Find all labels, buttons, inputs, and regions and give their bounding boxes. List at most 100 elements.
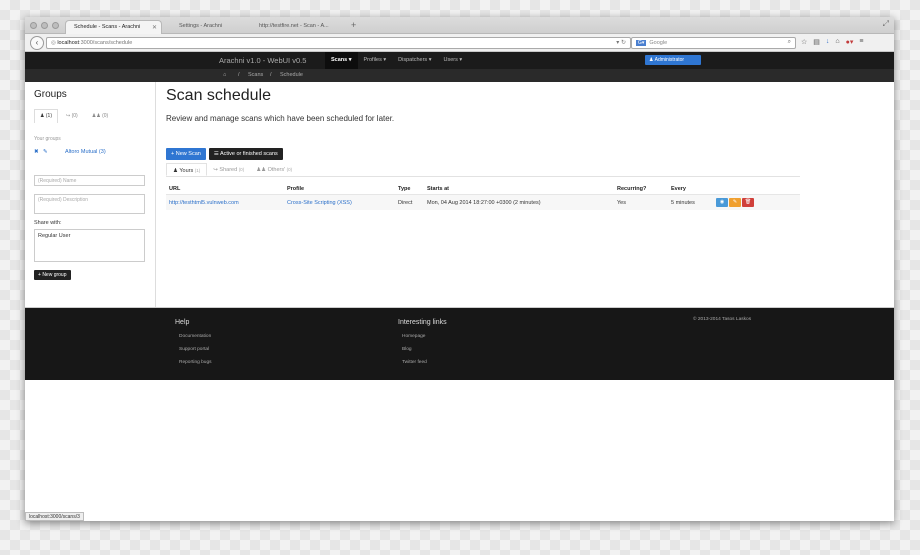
delete-scan-button[interactable]: 🗑 — [742, 198, 754, 207]
search-icon[interactable]: ⌕ — [788, 39, 791, 46]
tab-count: (0) — [71, 113, 78, 119]
column-starts-at: Starts at — [424, 184, 614, 195]
group-description-input[interactable]: (Required) Description — [34, 194, 145, 214]
users-icon: ♟♟ — [256, 167, 268, 173]
home-icon[interactable]: ⌂ — [835, 38, 839, 46]
breadcrumb-separator: / — [270, 72, 272, 78]
browser-status-bar: localhost:3000/scans/3 — [25, 512, 84, 521]
footer-copyright: © 2013-2014 Tasos Laskos — [693, 317, 752, 322]
menu-icon[interactable]: ≡ — [859, 38, 863, 46]
downloads-icon[interactable]: ↓ — [826, 38, 830, 46]
tab-title: Schedule - Scans - Arachni — [74, 24, 141, 30]
administrator-label: Administrator — [654, 57, 685, 63]
new-group-button[interactable]: + New group — [34, 270, 71, 280]
share-with-label: Share with: — [34, 220, 62, 226]
tab-title: http://testfire.net - Scan - A... — [259, 23, 329, 29]
bookmarks-list-icon[interactable]: ▤ — [813, 38, 820, 46]
close-window-button[interactable] — [30, 22, 37, 29]
breadcrumb-home-icon[interactable]: ⌂ — [223, 72, 226, 78]
footer-links-title: Interesting links — [398, 319, 447, 326]
scan-tabs: ♟ Yours (1) ↪ Shared (0) ♟♟ Others' (0) — [166, 163, 800, 177]
minimize-window-button[interactable] — [41, 22, 48, 29]
footer-links-column: Interesting links Homepage Blog Twitter … — [398, 319, 447, 373]
tab-count: (0) — [102, 113, 109, 119]
address-bar[interactable]: ◎ localhost:3000/scans/schedule ▾ ↻ — [46, 37, 631, 49]
page-lead: Review and manage scans which have been … — [166, 114, 395, 123]
action-buttons: + New Scan ☰ Active or finished scans — [166, 148, 866, 160]
new-scan-button[interactable]: + New Scan — [166, 148, 206, 160]
groups-title: Groups — [34, 89, 67, 100]
menu-profiles[interactable]: Profiles ▾ — [358, 52, 393, 69]
scan-recurring: Yes — [614, 194, 668, 210]
tab-shared[interactable]: ↪ Shared (0) — [207, 163, 250, 176]
footer-link-documentation[interactable]: Documentation — [179, 334, 212, 339]
browser-tab-schedule[interactable]: Schedule - Scans - Arachni ✕ — [65, 20, 162, 34]
browser-toolbar: ‹ ◎ localhost:3000/scans/schedule ▾ ↻ G▾… — [25, 34, 894, 52]
tab-shared-groups[interactable]: ↪ (0) — [60, 109, 84, 123]
trash-icon: 🗑 — [744, 199, 752, 205]
tab-others[interactable]: ♟♟ Others' (0) — [250, 163, 298, 176]
tab-count: (1) — [194, 168, 201, 173]
app-brand[interactable]: Arachni v1.0 - WebUI v0.5 — [219, 56, 306, 65]
new-tab-button[interactable]: + — [351, 20, 356, 30]
footer-link-support[interactable]: Support portal — [179, 347, 212, 352]
scan-profile-link[interactable]: Cross-Site Scripting (XSS) — [287, 200, 352, 206]
delete-icon[interactable]: ✖ — [34, 149, 39, 155]
tab-yours[interactable]: ♟ Yours (1) — [166, 163, 208, 176]
tab-your-groups[interactable]: ♟ (1) — [34, 109, 58, 123]
tab-other-groups[interactable]: ♟♟ (0) — [86, 109, 114, 123]
back-button[interactable]: ‹ — [30, 36, 44, 50]
scan-url-link[interactable]: http://testhtml5.vulnweb.com — [169, 200, 239, 206]
footer-link-bugs[interactable]: Reporting bugs — [179, 360, 212, 365]
tab-title: Settings - Arachni — [179, 23, 223, 29]
scan-type: Direct — [395, 194, 424, 210]
edit-icon[interactable]: ✎ — [43, 149, 48, 155]
main-menu: Scans ▾ Profiles ▾ Dispatchers ▾ Users ▾ — [325, 52, 468, 69]
browser-toolbar-icons: ☆ ▤ ↓ ⌂ ●▾ ≡ — [801, 38, 863, 46]
search-placeholder: Google — [649, 40, 668, 46]
main-content: Scan schedule Review and manage scans wh… — [166, 82, 866, 210]
reload-icon[interactable]: ▾ ↻ — [616, 39, 626, 46]
fullscreen-icon[interactable]: ⤢ — [883, 19, 889, 29]
row-actions: ◉ ✎ 🗑 — [713, 194, 800, 210]
column-url: URL — [166, 184, 284, 195]
browser-window: Schedule - Scans - Arachni ✕ Settings - … — [25, 17, 894, 521]
search-bar[interactable]: G▾ Google ⌕ — [631, 37, 796, 49]
column-recurring: Recurring? — [614, 184, 668, 195]
tab-label: Others' — [267, 167, 286, 173]
new-scan-label: New Scan — [175, 151, 201, 157]
close-tab-icon[interactable]: ✕ — [152, 24, 157, 31]
scan-starts-at: Mon, 04 Aug 2014 18:27:00 +0300 (2 minut… — [424, 194, 614, 210]
group-name-input[interactable]: (Required) Name — [34, 175, 145, 186]
browser-tab-testfire[interactable]: http://testfire.net - Scan - A... — [251, 20, 347, 34]
administrator-button[interactable]: ♟ Administrator — [645, 55, 701, 65]
edit-scan-button[interactable]: ✎ — [729, 198, 741, 207]
menu-users[interactable]: Users ▾ — [437, 52, 468, 69]
table-header-row: URL Profile Type Starts at Recurring? Ev… — [166, 184, 800, 195]
breadcrumb-scans[interactable]: Scans — [248, 72, 263, 78]
menu-dispatchers[interactable]: Dispatchers ▾ — [392, 52, 437, 69]
menu-scans[interactable]: Scans ▾ — [325, 52, 358, 69]
group-name-link[interactable]: Altoro Mutual (3) — [65, 149, 106, 155]
active-scans-button[interactable]: ☰ Active or finished scans — [208, 148, 283, 160]
view-scan-button[interactable]: ◉ — [716, 198, 728, 207]
browser-tab-settings[interactable]: Settings - Arachni — [171, 20, 257, 34]
users-icon: ♟♟ — [91, 113, 103, 119]
footer-link-blog[interactable]: Blog — [402, 347, 447, 352]
bookmark-star-icon[interactable]: ☆ — [801, 38, 807, 46]
footer-link-twitter[interactable]: Twitter feed — [402, 360, 447, 365]
your-groups-label: Your groups — [34, 136, 61, 142]
url-path: :3000/scans/schedule — [79, 40, 133, 46]
breadcrumb-schedule: Schedule — [280, 72, 303, 78]
footer-link-homepage[interactable]: Homepage — [402, 334, 447, 339]
group-tabs: ♟ (1) ↪ (0) ♟♟ (0) — [34, 109, 146, 123]
addon-icon[interactable]: ●▾ — [846, 38, 854, 46]
page-title: Scan schedule — [166, 87, 271, 104]
column-every: Every — [668, 184, 713, 195]
browser-tab-bar: Schedule - Scans - Arachni ✕ Settings - … — [25, 17, 894, 34]
footer-help-column: Help Documentation Support portal Report… — [175, 319, 212, 373]
maximize-window-button[interactable] — [52, 22, 59, 29]
share-with-select[interactable]: Regular User — [34, 229, 145, 262]
breadcrumb: ⌂ / Scans / Schedule — [25, 69, 894, 82]
table-row: http://testhtml5.vulnweb.com Cross-Site … — [166, 194, 800, 210]
